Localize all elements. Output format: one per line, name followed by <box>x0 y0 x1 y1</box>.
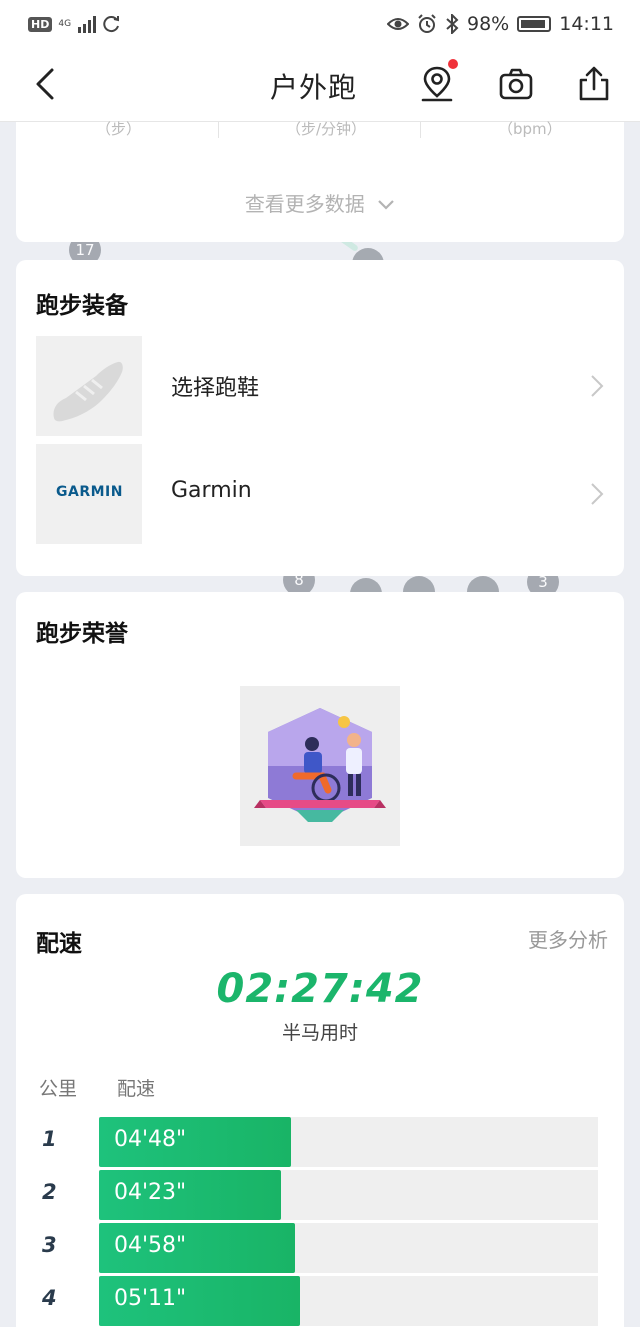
divider <box>218 122 219 138</box>
back-arrow-icon[interactable] <box>30 66 66 102</box>
pace-row: 4 05'11" <box>36 1276 598 1326</box>
pace-row: 3 04'58" <box>36 1223 598 1273</box>
pace-row: 2 04'23" <box>36 1170 598 1220</box>
pace-value: 04'48" <box>114 1127 187 1152</box>
alarm-icon <box>418 14 436 33</box>
divider <box>420 122 421 138</box>
view-more-data-button[interactable]: 查看更多数据 <box>16 188 624 217</box>
half-marathon-time: 02:27:42 <box>216 966 424 1012</box>
more-analysis-link[interactable]: 更多分析 <box>528 924 608 953</box>
km-number: 4 <box>42 1286 57 1310</box>
page-title: 户外跑 <box>270 71 358 104</box>
half-marathon-label: 半马用时 <box>281 1022 358 1044</box>
stat-unit: （bpm） <box>498 120 562 138</box>
shoe-label: 选择跑鞋 <box>171 376 260 401</box>
km-number: 1 <box>42 1127 57 1151</box>
pace-value: 04'58" <box>114 1233 187 1258</box>
battery-icon <box>517 16 552 32</box>
running-honors-card: 跑步荣誉 <box>16 592 624 878</box>
garmin-label: Garmin <box>171 478 252 503</box>
stats-card: （步） （步/分钟） （bpm） 查看更多数据 <box>16 120 624 242</box>
status-bar: HD 4G 98% 14:11 <box>0 0 640 48</box>
bluetooth-icon <box>446 14 459 34</box>
running-equipment-card: 跑步装备 选择跑鞋 GARMIN Garmin <box>16 260 624 576</box>
top-nav-bar: 户外跑 <box>0 48 640 122</box>
chevron-right-icon <box>591 375 604 397</box>
column-header-km: 公里 <box>39 1078 78 1100</box>
sync-icon <box>103 16 120 33</box>
pace-value: 04'23" <box>114 1180 187 1205</box>
chevron-down-icon <box>378 200 394 210</box>
garmin-thumbnail: GARMIN <box>36 444 142 544</box>
network-type: 4G <box>58 18 72 29</box>
shoe-selector-row[interactable]: 选择跑鞋 <box>36 336 606 436</box>
notification-dot <box>448 59 458 69</box>
honors-title: 跑步荣誉 <box>36 621 128 647</box>
shoe-thumbnail <box>36 336 142 436</box>
disability-day-badge-icon <box>254 708 386 822</box>
battery-percent: 98% <box>467 13 510 35</box>
clock: 14:11 <box>559 13 614 35</box>
pace-title: 配速 <box>36 931 82 957</box>
stat-unit: （步） <box>96 120 142 138</box>
honor-badge[interactable] <box>240 686 400 846</box>
signal-icon <box>78 16 97 33</box>
chevron-right-icon <box>591 483 604 505</box>
equipment-title: 跑步装备 <box>36 293 128 319</box>
pace-card: 配速 更多分析 02:27:42 半马用时 公里 配速 1 04'48" 2 0… <box>16 894 624 1327</box>
km-number: 3 <box>42 1233 57 1257</box>
pace-row: 1 04'48" <box>36 1117 598 1167</box>
view-more-data-label: 查看更多数据 <box>244 192 365 216</box>
share-icon[interactable] <box>574 64 614 104</box>
camera-icon[interactable] <box>496 64 536 104</box>
location-pin-icon[interactable] <box>417 64 457 104</box>
hd-badge: HD <box>28 16 53 32</box>
eye-comfort-icon <box>387 18 409 30</box>
garmin-logo: GARMIN <box>56 484 123 500</box>
km-number: 2 <box>42 1180 57 1204</box>
garmin-device-row[interactable]: GARMIN Garmin <box>36 444 606 544</box>
column-header-pace: 配速 <box>117 1078 156 1100</box>
stat-unit: （步/分钟） <box>286 120 367 138</box>
running-shoe-icon <box>53 361 123 422</box>
pace-value: 05'11" <box>114 1286 187 1311</box>
